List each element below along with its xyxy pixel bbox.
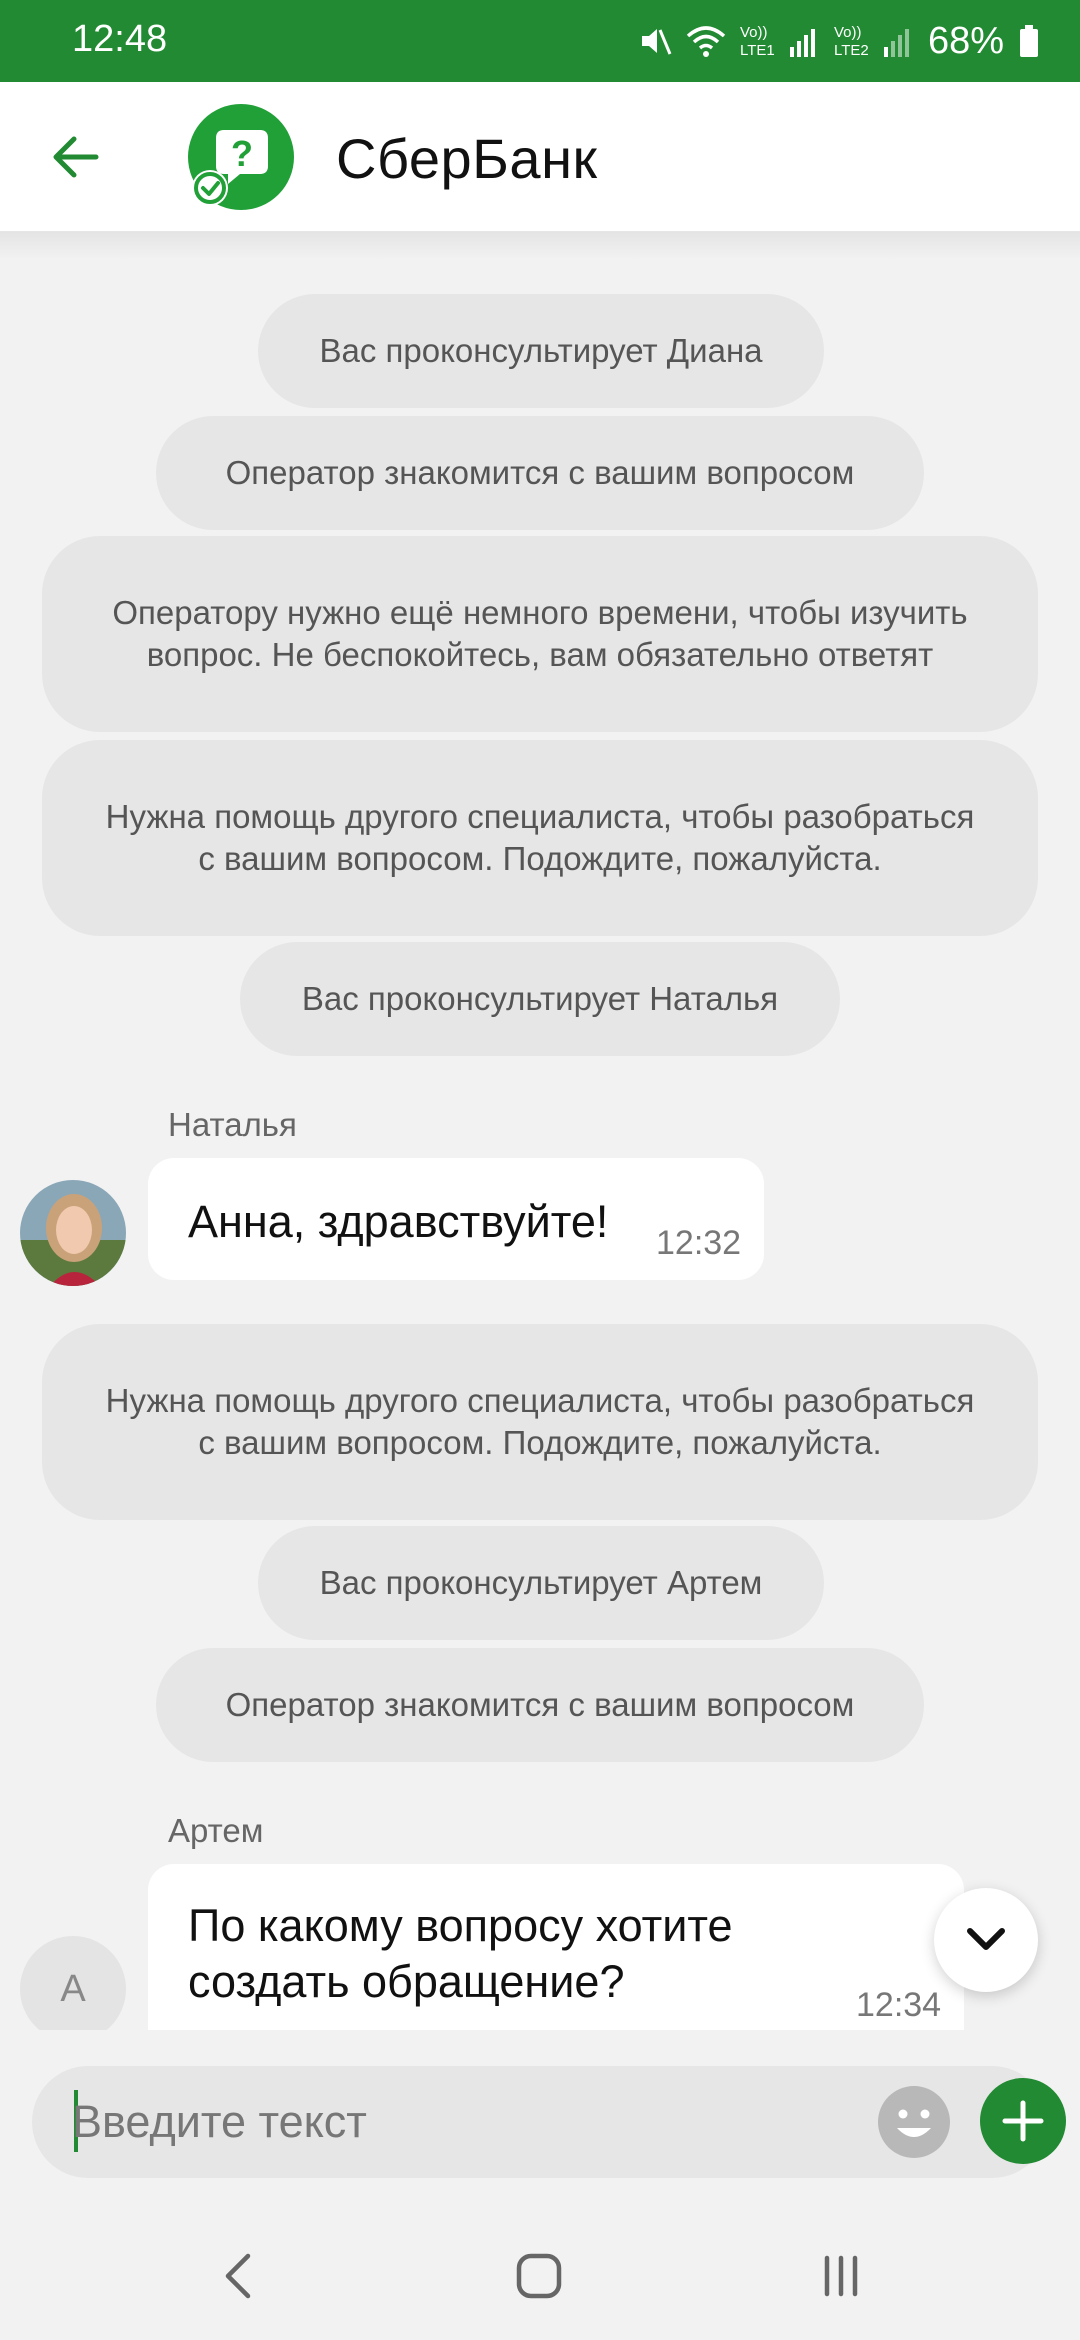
chevron-left-icon — [225, 2253, 251, 2299]
recents-icon — [824, 2255, 858, 2297]
message-bubble[interactable]: По какому вопросу хотите создать обращен… — [148, 1864, 964, 2030]
sender-name: Наталья — [168, 1106, 297, 1143]
user-photo-icon — [20, 1180, 126, 1286]
message-time: 12:32 — [656, 1224, 742, 1262]
battery-icon — [1018, 24, 1040, 58]
sim1-label: LTE1 — [740, 42, 775, 59]
system-message: Оператор знакомится с вашим вопросом — [156, 1648, 924, 1762]
volte-label: Vo)) — [740, 24, 768, 41]
svg-text:?: ? — [231, 133, 253, 174]
chat-list[interactable]: Вас проконсультирует Диана Оператор знак… — [0, 260, 1080, 2030]
back-button[interactable] — [40, 122, 110, 192]
avatar — [20, 1180, 126, 1286]
message-text: Анна, здравствуйте! — [188, 1196, 609, 1247]
chevron-down-icon — [967, 1928, 1005, 1950]
wifi-icon — [686, 24, 726, 58]
nav-back-button[interactable] — [192, 2240, 282, 2312]
system-message: Оператор знакомится с вашим вопросом — [156, 416, 924, 530]
message-input-wrapper[interactable] — [32, 2066, 1066, 2178]
chat-header: ? СберБанк — [0, 82, 1080, 232]
system-message: Вас проконсультирует Наталья — [240, 942, 840, 1056]
home-icon — [516, 2253, 562, 2299]
header-shadow — [0, 232, 1080, 260]
signal-icon-sim1: Vo)) LTE1 — [740, 21, 820, 61]
system-nav-bar — [0, 2212, 1080, 2340]
nav-home-button[interactable] — [494, 2240, 584, 2312]
page-title: СберБанк — [336, 127, 598, 190]
signal-icon-sim2: Vo)) LTE2 — [834, 21, 914, 61]
system-message: Вас проконсультирует Диана — [258, 294, 824, 408]
status-time: 12:48 — [72, 18, 168, 60]
emoji-button[interactable] — [878, 2086, 950, 2158]
battery-percent: 68% — [927, 19, 1004, 62]
status-icons: Vo)) LTE1 Vo)) LTE2 68% — [638, 14, 1040, 68]
avatar: А — [20, 1936, 126, 2030]
system-message: Вас проконсультирует Артем — [258, 1526, 824, 1640]
sim2-label: LTE2 — [834, 42, 869, 59]
nav-recents-button[interactable] — [796, 2240, 886, 2312]
message-time: 12:34 — [856, 1986, 942, 2024]
system-message: Нужна помощь другого специалиста, чтобы … — [42, 740, 1038, 936]
message-bubble[interactable]: Анна, здравствуйте! 12:32 — [148, 1158, 764, 1280]
volte-label-2: Vo)) — [834, 24, 862, 41]
help-chat-logo-icon: ? — [188, 104, 294, 210]
system-message: Оператору нужно ещё немного времени, что… — [42, 536, 1038, 732]
system-message: Нужна помощь другого специалиста, чтобы … — [42, 1324, 1038, 1520]
plus-icon — [1002, 2100, 1044, 2142]
attach-button[interactable] — [980, 2078, 1066, 2164]
arrow-left-icon — [53, 136, 99, 178]
scroll-down-button[interactable] — [934, 1888, 1038, 1992]
status-bar: 12:48 Vo)) LTE1 Vo)) LTE2 68% — [0, 0, 1080, 82]
message-text: По какому вопросу хотите создать обращен… — [188, 1900, 733, 2007]
sender-name: Артем — [168, 1812, 264, 1849]
mute-icon — [638, 24, 672, 58]
message-composer — [0, 2030, 1080, 2212]
message-input[interactable] — [72, 2088, 852, 2156]
smiley-icon — [880, 2088, 948, 2156]
